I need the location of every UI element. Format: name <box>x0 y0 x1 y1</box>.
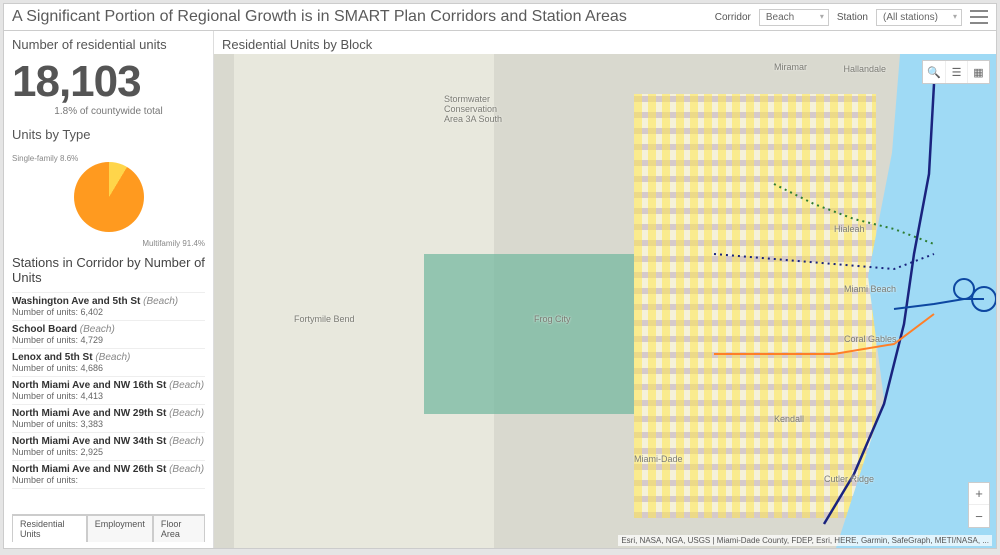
type-title: Units by Type <box>12 127 205 142</box>
station-row[interactable]: School Board (Beach)Number of units: 4,7… <box>12 321 205 349</box>
menu-icon[interactable] <box>970 10 988 24</box>
corridor-label: Corridor <box>715 12 751 23</box>
map-canvas[interactable]: Miramar Hallandale Hialeah Coral Gables … <box>214 54 996 548</box>
place-kendall: Kendall <box>774 414 804 424</box>
page-title: A Significant Portion of Regional Growth… <box>12 8 707 26</box>
place-forty: Fortymile Bend <box>294 314 355 324</box>
place-coral: Coral Gables <box>844 334 897 344</box>
search-icon[interactable]: 🔍 <box>923 61 945 83</box>
station-row[interactable]: North Miami Ave and NW 34th St (Beach)Nu… <box>12 433 205 461</box>
place-frog: Frog City <box>534 314 571 324</box>
metric-tabs: Residential Units Employment Floor Area <box>12 514 205 542</box>
place-conserv: Stormwater Conservation Area 3A South <box>444 94 502 124</box>
tab-employment[interactable]: Employment <box>87 515 153 542</box>
stations-title: Stations in Corridor by Number of Units <box>12 256 205 286</box>
station-row[interactable]: North Miami Ave and NW 29th St (Beach)Nu… <box>12 405 205 433</box>
station-row[interactable]: Washington Ave and 5th St (Beach)Number … <box>12 293 205 321</box>
map-toolbar: 🔍 ☰ ▦ <box>922 60 990 84</box>
station-select[interactable]: (All stations) <box>876 9 962 26</box>
pie-label-single: Single-family 8.6% <box>12 154 78 163</box>
place-hialeah: Hialeah <box>834 224 865 234</box>
station-row[interactable]: North Miami Ave and NW 26th St (Beach)Nu… <box>12 461 205 489</box>
legend-icon[interactable]: ☰ <box>945 61 967 83</box>
count-title: Number of residential units <box>12 37 205 52</box>
unit-count: 18,103 <box>12 60 205 104</box>
tab-floor-area[interactable]: Floor Area <box>153 515 205 542</box>
place-cutler: Cutler Ridge <box>824 474 874 484</box>
corridor-select[interactable]: Beach <box>759 9 829 26</box>
basemap-icon[interactable]: ▦ <box>967 61 989 83</box>
tab-residential[interactable]: Residential Units <box>12 515 87 542</box>
title-bar: A Significant Portion of Regional Growth… <box>4 4 996 31</box>
pie-label-multi: Multifamily 91.4% <box>142 239 205 248</box>
place-mbeach: Miami Beach <box>844 284 896 294</box>
zoom-control: + − <box>968 482 990 528</box>
pie-graphic <box>74 162 144 232</box>
station-row[interactable]: Lenox and 5th St (Beach)Number of units:… <box>12 349 205 377</box>
pie-chart: Single-family 8.6% Multifamily 91.4% <box>12 148 205 248</box>
zoom-in-button[interactable]: + <box>969 483 989 505</box>
place-mdade: Miami-Dade <box>634 454 683 464</box>
map-attribution: Esri, NASA, NGA, USGS | Miami-Dade Count… <box>618 535 992 546</box>
map-title: Residential Units by Block <box>214 31 996 54</box>
station-label: Station <box>837 12 868 23</box>
station-list[interactable]: Washington Ave and 5th St (Beach)Number … <box>12 292 205 512</box>
place-miramar: Miramar <box>774 62 807 72</box>
place-hallandale: Hallandale <box>843 64 886 74</box>
count-subtitle: 1.8% of countywide total <box>12 106 205 117</box>
zoom-out-button[interactable]: − <box>969 505 989 527</box>
station-row[interactable]: North Miami Ave and NW 16th St (Beach)Nu… <box>12 377 205 405</box>
side-panel: Number of residential units 18,103 1.8% … <box>4 31 214 548</box>
